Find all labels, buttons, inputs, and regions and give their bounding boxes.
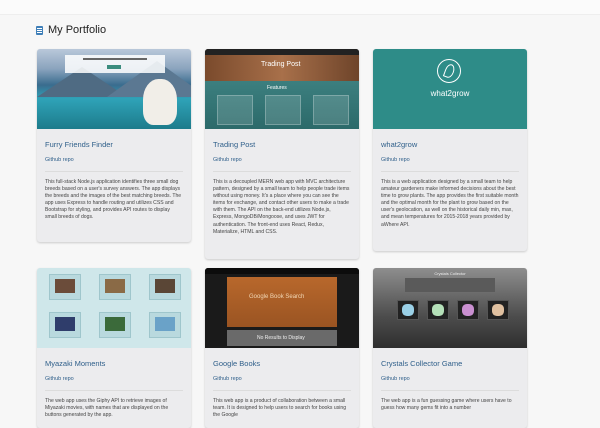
card-divider <box>45 171 183 172</box>
github-repo-link[interactable]: Github repo <box>45 157 183 163</box>
thumbnail-navbar <box>205 268 359 274</box>
gif-cell <box>49 312 81 338</box>
thumbnail-text-line <box>83 58 147 60</box>
project-thumbnail[interactable]: Google Book Search No Results to Display <box>205 268 359 348</box>
github-repo-link[interactable]: Github repo <box>213 376 351 382</box>
thumbnail-search-panel <box>227 277 337 327</box>
feature-box <box>265 95 301 125</box>
project-title[interactable]: Crystals Collector Game <box>381 359 519 368</box>
gem-icon <box>487 300 509 320</box>
project-thumbnail[interactable]: Crystals Collector <box>373 268 527 348</box>
project-title[interactable]: what2grow <box>381 140 519 149</box>
document-icon <box>36 25 43 35</box>
thumbnail-score-bar <box>405 278 495 292</box>
browser-top-strip <box>0 0 600 15</box>
card-divider <box>381 171 519 172</box>
gif-cell <box>99 312 131 338</box>
github-repo-link[interactable]: Github repo <box>45 376 183 382</box>
project-title[interactable]: Furry Friends Finder <box>45 140 183 149</box>
thumbnail-button <box>107 65 121 69</box>
gif-cell <box>49 274 81 300</box>
project-description: The web app is a fun guessing game where… <box>381 398 512 412</box>
project-thumbnail[interactable] <box>37 49 191 129</box>
project-card-myazaki: Myazaki Moments Github repo The web app … <box>37 268 191 428</box>
project-card-furry-friends: Furry Friends Finder Github repo This fu… <box>37 49 191 242</box>
github-repo-link[interactable]: Github repo <box>381 376 519 382</box>
project-card-crystals: Crystals Collector Crystals Collector Ga… <box>373 268 527 428</box>
gem-icon <box>397 300 419 320</box>
project-description: This full-stack Node.js application iden… <box>45 179 182 221</box>
project-title[interactable]: Myazaki Moments <box>45 359 183 368</box>
card-divider <box>45 390 183 391</box>
gem-icon <box>457 300 479 320</box>
project-thumbnail[interactable]: what2grow <box>373 49 527 129</box>
thumbnail-hero <box>205 55 359 81</box>
project-thumbnail[interactable]: Trading Post Features <box>205 49 359 129</box>
thumbnail-search-title: Google Book Search <box>249 294 305 300</box>
project-title[interactable]: Google Books <box>213 359 351 368</box>
github-repo-link[interactable]: Github repo <box>213 157 351 163</box>
thumbnail-logo-text: what2grow <box>430 89 470 98</box>
project-description: This is a web application designed by a … <box>381 179 519 228</box>
thumbnail-hero-text: Trading Post <box>261 61 301 68</box>
thumbnail-features-text: Features <box>267 85 287 91</box>
project-title[interactable]: Trading Post <box>213 140 351 149</box>
project-description: This web app is a product of collaborati… <box>213 398 347 419</box>
project-thumbnail[interactable] <box>37 268 191 348</box>
project-description: The web app uses the Giphy API to retrie… <box>45 398 169 419</box>
feature-box <box>313 95 349 125</box>
project-card-google-books: Google Book Search No Results to Display… <box>205 268 359 428</box>
project-card-trading-post: Trading Post Features Trading Post Githu… <box>205 49 359 259</box>
feature-box <box>217 95 253 125</box>
thumbnail-game-title: Crystals Collector <box>434 271 466 276</box>
thumbnail-results-text: No Results to Display <box>257 335 305 341</box>
page-title: My Portfolio <box>48 24 107 36</box>
project-description: This is a decoupled MERN web app with MV… <box>213 179 350 235</box>
gem-icon <box>427 300 449 320</box>
card-divider <box>381 390 519 391</box>
gif-cell <box>149 274 181 300</box>
gif-cell <box>99 274 131 300</box>
gif-cell <box>149 312 181 338</box>
dog-image <box>143 79 177 125</box>
github-repo-link[interactable]: Github repo <box>381 157 519 163</box>
card-divider <box>213 390 351 391</box>
card-divider <box>213 171 351 172</box>
project-card-what2grow: what2grow what2grow Github repo This is … <box>373 49 527 251</box>
portfolio-heading: My Portfolio <box>36 24 106 36</box>
